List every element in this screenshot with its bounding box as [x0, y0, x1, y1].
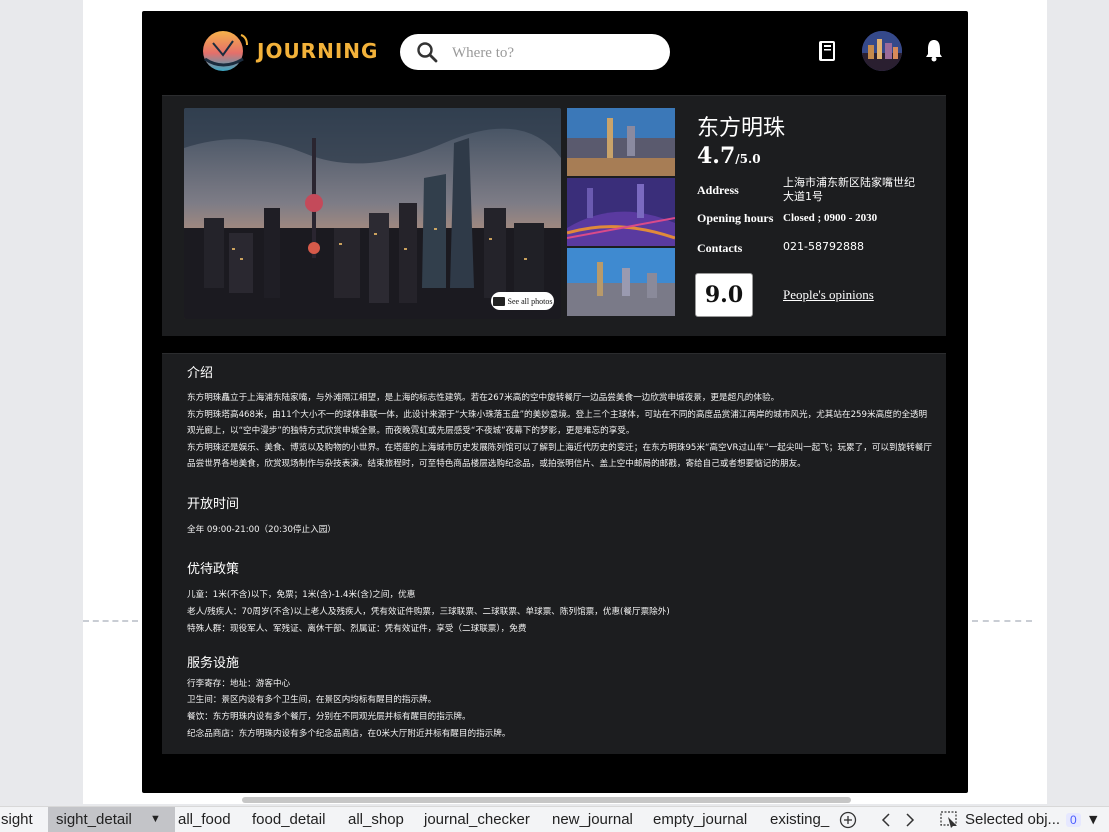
tab-all-shop[interactable]: all_shop [348, 811, 404, 828]
page-guide-left [83, 620, 138, 622]
logo-text: JOURNING [257, 39, 379, 63]
avatar-image [862, 31, 902, 71]
tab-sight-detail-label: sight_detail [56, 811, 132, 828]
intro-line: 东方明珠塔高468米，由11个大小不一的球体串联一体，此设计来源于“大珠小珠落玉… [187, 409, 928, 437]
notification-bell-icon[interactable] [924, 38, 944, 62]
address-label: Address [697, 183, 739, 197]
user-avatar[interactable] [862, 31, 902, 71]
place-title: 东方明珠 [697, 116, 786, 141]
services-title: 服务设施 [187, 656, 240, 671]
policy-line: 儿童：1米(不含)以下，免票；1米(含)-1.4米(含)之间，优惠 [187, 590, 416, 600]
rating-suffix: /5.0 [735, 152, 761, 166]
chevron-right-icon[interactable] [904, 812, 916, 828]
intro-line: 东方明珠矗立于上海浦东陆家嘴，与外滩隔江相望，是上海的标志性建筑。若在267米高… [187, 393, 780, 403]
horizontal-scrollbar[interactable] [242, 797, 851, 803]
search-bar[interactable] [400, 34, 670, 70]
services-line: 纪念品商店：东方明珠内设有多个纪念品商店，在0米大厅附近并标有醒目的指示牌。 [187, 729, 511, 739]
intro-title: 介绍 [187, 366, 214, 381]
thumbnail-3[interactable] [567, 248, 675, 316]
policy-line: 老人/残疾人：70周岁(不含)以上老人及残疾人，凭有效证件购票，三球联票、二球联… [187, 607, 670, 617]
logo-sun-icon [203, 31, 248, 71]
see-all-photos-label: See all photos [507, 296, 553, 306]
tab-food-detail[interactable]: food_detail [252, 811, 325, 828]
thumbnail-1[interactable] [567, 108, 675, 176]
intro-text: 东方明珠矗立于上海浦东陆家嘴，与外滩隔江相望，是上海的标志性建筑。若在267米高… [187, 390, 932, 473]
thumbnail-image [567, 178, 675, 246]
tab-existing[interactable]: existing_ [770, 811, 829, 828]
contacts-value: 021-58792888 [783, 240, 864, 253]
score-badge: 9.0 [695, 273, 753, 317]
main-photo[interactable]: See all photos [184, 108, 561, 319]
tab-all-food[interactable]: all_food [178, 811, 231, 828]
journal-book-icon[interactable] [818, 40, 836, 62]
hours-text: 全年 09:00-21:00（20:30停止入园） [187, 525, 336, 535]
add-page-icon[interactable] [839, 811, 857, 829]
rating-value: 4.7 [697, 143, 736, 169]
search-input[interactable] [450, 40, 654, 66]
thumbnail-image [567, 108, 675, 176]
photo-icon [492, 296, 505, 306]
see-all-photos-button[interactable]: See all photos [491, 292, 554, 310]
app-header: JOURNING [142, 11, 968, 93]
intro-line: 东方明珠还是娱乐、美食、博览以及购物的小世界。在塔座的上海城市历史发展陈列馆可以… [187, 442, 932, 470]
contacts-label: Contacts [697, 241, 743, 255]
tab-sight-detail[interactable]: sight_detail ▼ [48, 807, 175, 832]
services-line: 卫生间：景区内设有多个卫生间，在景区内均标有醒目的指示牌。 [187, 695, 437, 705]
tab-journal-checker[interactable]: journal_checker [424, 811, 530, 828]
services-line: 行李寄存：地址：游客中心 [187, 679, 291, 689]
chevron-left-icon[interactable] [880, 812, 892, 828]
tab-sight[interactable]: sight [1, 811, 33, 828]
page-guide-right [972, 620, 1032, 622]
description-panel: 介绍 东方明珠矗立于上海浦东陆家嘴，与外滩隔江相望，是上海的标志性建筑。若在26… [162, 353, 946, 754]
sight-detail-frame: JOURNING Where to? See all photos 东方明珠 4… [142, 11, 968, 793]
selected-dropdown-icon[interactable]: ▼ [1089, 813, 1097, 826]
select-object-icon[interactable] [940, 811, 960, 829]
skyline-photo [184, 108, 561, 319]
search-icon [417, 42, 438, 63]
tab-new-journal[interactable]: new_journal [552, 811, 633, 828]
thumbnail-2[interactable] [567, 178, 675, 246]
thumbnail-image [567, 248, 675, 316]
sight-summary-panel: See all photos 东方明珠 4.7/5.0 Address 上海市浦… [162, 95, 946, 336]
journing-logo[interactable]: JOURNING [197, 29, 377, 73]
selected-count-badge: 0 [1066, 813, 1081, 827]
services-line: 餐饮：东方明珠内设有多个餐厅，分别在不同观光层并标有醒目的指示牌。 [187, 712, 471, 722]
tab-empty-journal[interactable]: empty_journal [653, 811, 747, 828]
selected-objects-label[interactable]: Selected obj... [965, 811, 1060, 828]
opening-hours-value: Closed ; 0900 - 2030 [783, 212, 878, 224]
policy-line: 特殊人群：现役军人、军残证、离休干部、烈属证：凭有效证件，享受（二球联票），免费 [187, 624, 527, 634]
rating: 4.7/5.0 [697, 143, 761, 169]
policy-title: 优待政策 [187, 562, 240, 577]
peoples-opinions-link[interactable]: People's opinions [783, 287, 874, 303]
opening-hours-label: Opening hours [697, 211, 774, 225]
page-tab-bar: sight sight_detail ▼ all_food food_detai… [0, 806, 1109, 832]
tab-dropdown-icon[interactable]: ▼ [150, 807, 161, 832]
hours-title: 开放时间 [187, 497, 240, 512]
address-value: 上海市浦东新区陆家嘴世纪大道1号 [783, 176, 915, 203]
